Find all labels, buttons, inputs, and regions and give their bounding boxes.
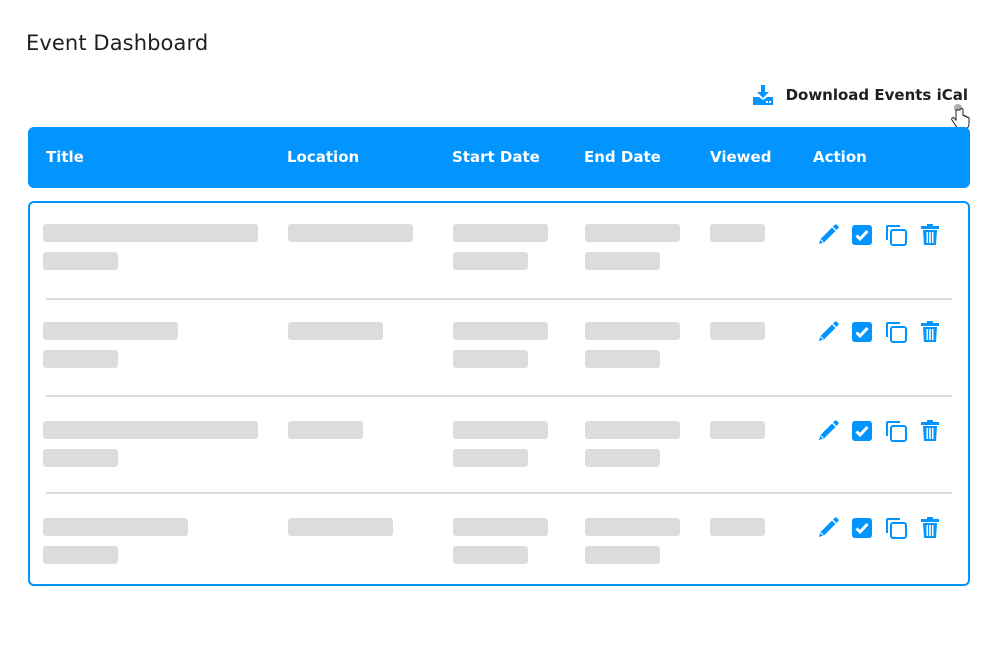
pencil-icon[interactable]: [816, 516, 840, 540]
end-time-skeleton: [585, 252, 660, 270]
row-actions: [816, 320, 942, 344]
checkbox-checked-icon[interactable]: [850, 320, 874, 344]
pencil-icon[interactable]: [816, 223, 840, 247]
start-date-skeleton: [453, 518, 548, 536]
row-actions: [816, 419, 942, 443]
checkbox-checked-icon[interactable]: [850, 223, 874, 247]
start-time-skeleton: [453, 252, 528, 270]
title-skeleton: [43, 322, 178, 340]
column-header-location[interactable]: Location: [287, 148, 359, 166]
copy-icon[interactable]: [884, 516, 908, 540]
copy-icon[interactable]: [884, 419, 908, 443]
download-ical-label: Download Events iCal: [785, 86, 968, 104]
page-title: Event Dashboard: [26, 31, 209, 55]
end-time-skeleton: [585, 350, 660, 368]
table-body: [28, 201, 970, 586]
title-subtext-skeleton: [43, 546, 118, 564]
table-row: [30, 494, 968, 591]
copy-icon[interactable]: [884, 223, 908, 247]
end-date-skeleton: [585, 322, 680, 340]
column-header-viewed[interactable]: Viewed: [710, 148, 771, 166]
start-date-skeleton: [453, 224, 548, 242]
location-skeleton: [288, 518, 393, 536]
start-time-skeleton: [453, 350, 528, 368]
end-date-skeleton: [585, 518, 680, 536]
download-ical-button[interactable]: Download Events iCal: [752, 84, 968, 106]
title-skeleton: [43, 224, 258, 242]
end-date-skeleton: [585, 421, 680, 439]
trash-icon[interactable]: [918, 516, 942, 540]
row-actions: [816, 516, 942, 540]
trash-icon[interactable]: [918, 320, 942, 344]
location-skeleton: [288, 421, 363, 439]
pencil-icon[interactable]: [816, 419, 840, 443]
location-skeleton: [288, 322, 383, 340]
title-subtext-skeleton: [43, 449, 118, 467]
column-header-title[interactable]: Title: [46, 148, 84, 166]
end-time-skeleton: [585, 449, 660, 467]
end-time-skeleton: [585, 546, 660, 564]
title-skeleton: [43, 421, 258, 439]
viewed-skeleton: [710, 224, 765, 242]
checkbox-checked-icon[interactable]: [850, 419, 874, 443]
column-header-start-date[interactable]: Start Date: [452, 148, 540, 166]
title-subtext-skeleton: [43, 252, 118, 270]
end-date-skeleton: [585, 224, 680, 242]
download-icon: [752, 84, 774, 106]
checkbox-checked-icon[interactable]: [850, 516, 874, 540]
column-header-action: Action: [813, 148, 867, 166]
column-header-end-date[interactable]: End Date: [584, 148, 661, 166]
table-row: [30, 300, 968, 397]
table-row: [30, 203, 968, 300]
start-date-skeleton: [453, 322, 548, 340]
start-date-skeleton: [453, 421, 548, 439]
copy-icon[interactable]: [884, 320, 908, 344]
title-skeleton: [43, 518, 188, 536]
trash-icon[interactable]: [918, 419, 942, 443]
viewed-skeleton: [710, 322, 765, 340]
location-skeleton: [288, 224, 413, 242]
start-time-skeleton: [453, 546, 528, 564]
viewed-skeleton: [710, 518, 765, 536]
title-subtext-skeleton: [43, 350, 118, 368]
trash-icon[interactable]: [918, 223, 942, 247]
table-row: [30, 397, 968, 494]
table-header: Title Location Start Date End Date Viewe…: [28, 127, 970, 188]
pencil-icon[interactable]: [816, 320, 840, 344]
start-time-skeleton: [453, 449, 528, 467]
viewed-skeleton: [710, 421, 765, 439]
row-actions: [816, 223, 942, 247]
